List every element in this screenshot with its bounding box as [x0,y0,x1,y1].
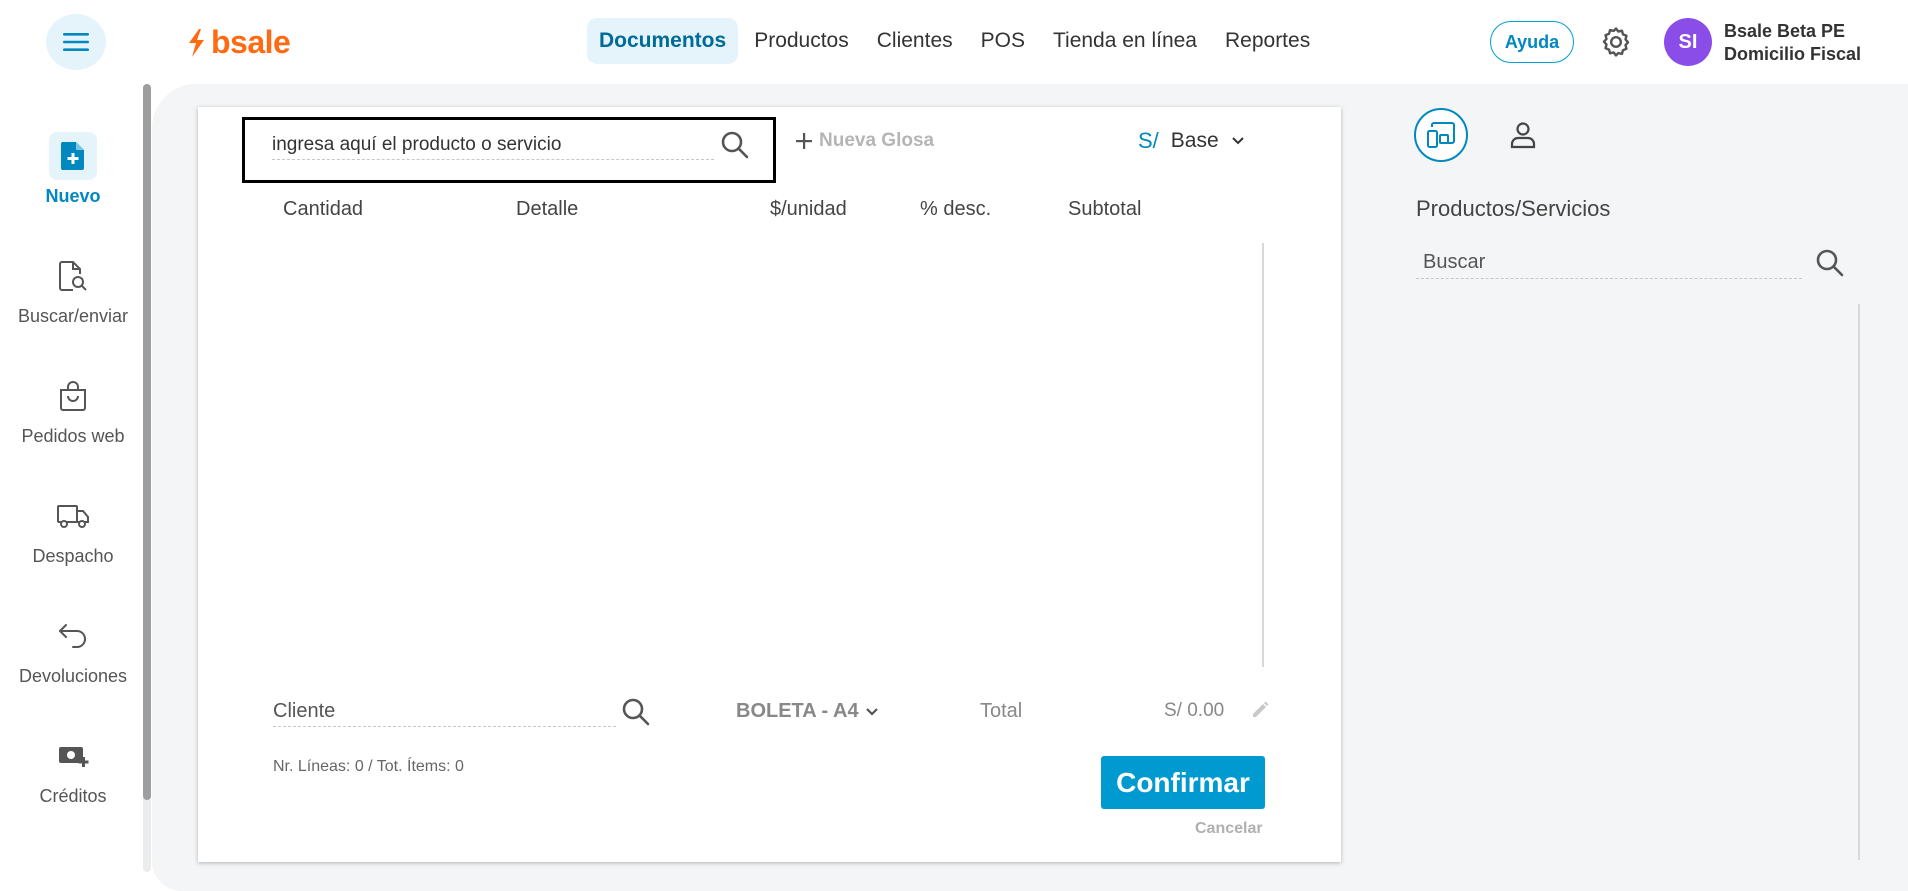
column-header-descuento: % desc. [920,198,992,220]
help-button[interactable]: Ayuda [1490,21,1574,63]
sidebar-item-label: Pedidos web [21,426,125,446]
cancel-link[interactable]: Cancelar [1195,820,1263,838]
sidebar: Nuevo Buscar/enviar Pedidos web Despacho… [0,84,146,891]
column-header-precio-unidad: $/unidad [770,198,847,220]
product-search-button[interactable] [720,130,750,165]
tab-products[interactable] [1414,108,1468,162]
price-list-dropdown[interactable]: S/ Base [1138,128,1245,154]
logo-text: bsale [211,24,291,60]
sidebar-item-pedidos-web[interactable]: Pedidos web [0,372,146,447]
user-icon [1510,122,1536,149]
user-branch: Domicilio Fiscal [1724,44,1862,64]
sidebar-item-devoluciones[interactable]: Devoluciones [0,612,146,687]
nav-pos[interactable]: POS [969,18,1037,64]
chevron-down-icon [1231,137,1244,145]
sidebar-item-label: Créditos [39,786,107,806]
confirm-button[interactable]: Confirmar [1101,756,1265,809]
products-search-input[interactable] [1416,247,1802,279]
truck-icon [49,492,97,540]
document-search-icon [49,252,97,300]
return-arrow-icon [49,612,97,660]
sidebar-item-label: Buscar/enviar [17,306,129,326]
currency-symbol: S/ [1138,128,1159,153]
new-glosa-label: Nueva Glosa [819,130,935,151]
nav-clientes[interactable]: Clientes [865,18,965,64]
bsale-logo[interactable]: bsale [185,24,291,61]
settings-button[interactable] [1599,25,1633,64]
products-search-button[interactable] [1815,248,1845,283]
sidebar-item-buscar-enviar[interactable]: Buscar/enviar [0,252,146,327]
document-type-dropdown[interactable]: BOLETA - A4 [736,700,879,723]
products-grid-icon [1427,122,1455,148]
sidebar-item-nuevo[interactable]: Nuevo [0,132,146,207]
nav-productos[interactable]: Productos [742,18,861,64]
tab-client[interactable] [1496,108,1550,162]
edit-total-button[interactable] [1250,700,1270,725]
sidebar-item-label: Nuevo [45,186,101,206]
bsale-bolt-icon [189,28,204,57]
client-input[interactable] [273,697,616,727]
hamburger-icon [63,33,89,51]
menu-button[interactable] [46,14,106,70]
sidebar-item-creditos[interactable]: Créditos [0,732,146,807]
column-header-cantidad: Cantidad [283,198,364,220]
nav-reportes[interactable]: Reportes [1213,18,1322,64]
sidebar-item-despacho[interactable]: Despacho [0,492,146,567]
product-search-input[interactable] [272,130,714,160]
nav-documentos[interactable]: Documentos [587,18,739,64]
lines-info: Nr. Líneas: 0 / Tot. Ítems: 0 [273,758,464,775]
main-nav: Documentos Productos Clientes POS Tienda… [587,18,1322,64]
avatar[interactable]: SI [1664,18,1712,66]
column-header-subtotal: Subtotal [1068,198,1142,220]
search-icon [1816,249,1844,277]
price-list-name: Base [1170,129,1219,152]
gear-icon [1602,27,1630,57]
user-info[interactable]: Bsale Beta PE Domicilio Fiscal [1724,20,1861,66]
pencil-icon [1253,701,1269,717]
document-type-label: BOLETA - A4 [736,700,859,722]
shopping-bag-icon [49,372,97,420]
top-bar: bsale Documentos Productos Clientes POS … [0,0,1908,84]
new-glosa-button[interactable]: Nueva Glosa [795,130,934,152]
total-label: Total [980,700,1023,722]
products-panel-divider [1858,304,1860,860]
plus-icon [796,133,812,149]
search-icon [622,698,650,726]
products-panel-title: Productos/Servicios [1416,196,1611,221]
new-document-icon [49,132,97,180]
column-header-detalle: Detalle [516,198,579,220]
search-icon [721,131,749,159]
table-scroll-divider [1262,243,1264,667]
nav-tienda-en-linea[interactable]: Tienda en línea [1041,18,1209,64]
sidebar-scrollbar[interactable] [143,84,151,800]
sidebar-item-label: Despacho [32,546,114,566]
chevron-down-icon [865,707,878,716]
user-name: Bsale Beta PE [1724,21,1846,41]
total-value: S/ 0.00 [1164,700,1225,721]
client-search-button[interactable] [621,697,651,732]
app: bsale Documentos Productos Clientes POS … [0,0,1908,891]
credit-cash-icon [49,732,97,780]
sidebar-item-label: Devoluciones [18,666,128,686]
